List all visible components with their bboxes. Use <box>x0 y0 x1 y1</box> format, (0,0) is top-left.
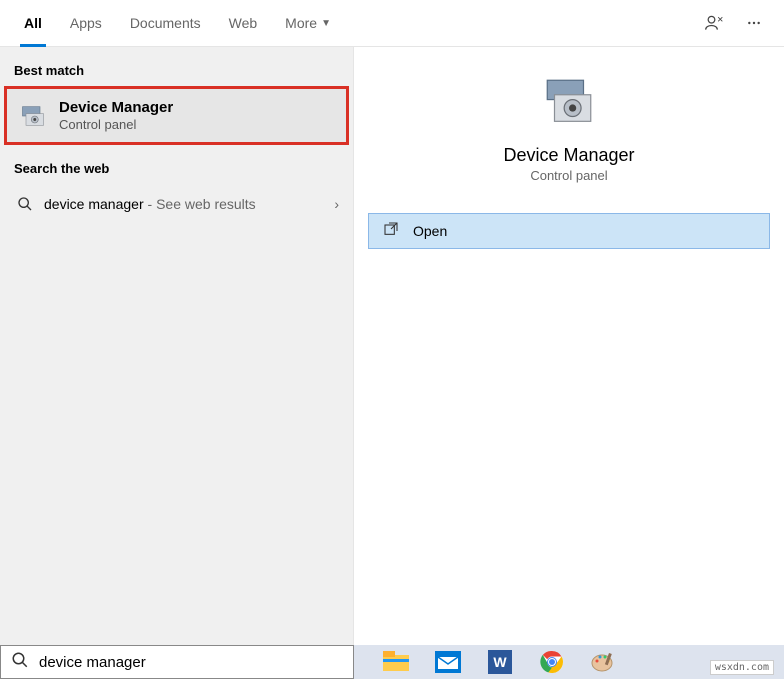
result-sub: Control panel <box>59 117 334 132</box>
preview-sub: Control panel <box>354 168 784 183</box>
taskbar-icons: W wsxdn.com <box>354 645 784 679</box>
open-icon <box>383 221 405 242</box>
web-text: device manager - See web results <box>44 196 334 212</box>
section-best-match: Best match <box>0 47 353 86</box>
preview-block: Device Manager Control panel <box>354 53 784 201</box>
file-explorer-icon[interactable] <box>382 648 410 676</box>
taskbar: W wsxdn.com <box>0 645 784 679</box>
chrome-icon[interactable] <box>538 648 566 676</box>
tab-web-label: Web <box>229 15 258 31</box>
tab-all[interactable]: All <box>10 0 56 47</box>
more-options-icon[interactable] <box>734 0 774 47</box>
search-icon <box>14 196 36 212</box>
web-query: device manager <box>44 196 144 212</box>
device-manager-icon <box>19 102 47 130</box>
search-input[interactable] <box>39 654 343 671</box>
body-area: Best match Device Manager Control panel … <box>0 47 784 645</box>
web-search-item[interactable]: device manager - See web results › <box>0 184 353 224</box>
result-text: Device Manager Control panel <box>59 99 334 132</box>
result-title: Device Manager <box>59 99 334 116</box>
open-label: Open <box>413 223 447 239</box>
preview-title: Device Manager <box>354 145 784 166</box>
word-icon[interactable]: W <box>486 648 514 676</box>
tab-web[interactable]: Web <box>215 0 272 47</box>
tab-apps-label: Apps <box>70 15 102 31</box>
preview-pane: Device Manager Control panel Open <box>354 47 784 645</box>
feedback-icon[interactable] <box>694 0 734 47</box>
results-pane: Best match Device Manager Control panel … <box>0 47 354 645</box>
section-search-web: Search the web <box>0 145 353 184</box>
tab-apps[interactable]: Apps <box>56 0 116 47</box>
watermark: wsxdn.com <box>710 660 774 675</box>
search-panel: All Apps Documents Web More ▼ Best match … <box>0 0 784 645</box>
tab-all-label: All <box>24 15 42 31</box>
chevron-right-icon: › <box>334 196 339 212</box>
device-manager-icon-large <box>540 73 598 131</box>
tab-more[interactable]: More ▼ <box>271 0 345 47</box>
open-action[interactable]: Open <box>368 213 770 249</box>
paint-icon[interactable] <box>590 648 618 676</box>
search-icon <box>11 651 29 674</box>
search-box[interactable] <box>0 645 354 679</box>
svg-text:W: W <box>493 654 507 670</box>
chevron-down-icon: ▼ <box>321 18 331 29</box>
mail-icon[interactable] <box>434 648 462 676</box>
tab-documents[interactable]: Documents <box>116 0 215 47</box>
web-suffix: - See web results <box>144 196 256 212</box>
tabs-bar: All Apps Documents Web More ▼ <box>0 0 784 47</box>
result-device-manager[interactable]: Device Manager Control panel <box>4 86 349 145</box>
tab-more-label: More <box>285 15 317 31</box>
tab-documents-label: Documents <box>130 15 201 31</box>
